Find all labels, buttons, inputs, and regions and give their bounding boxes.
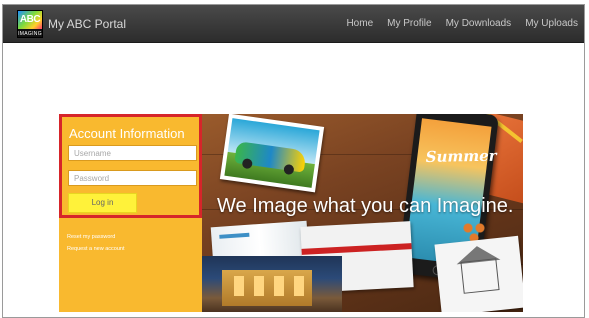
hero-banner: Summer We Image what you can Imagine. (202, 114, 523, 312)
nav-link-my-profile[interactable]: My Profile (387, 17, 431, 31)
architectural-sketch (434, 235, 523, 312)
logo-imaging-text: IMAGING (18, 31, 42, 37)
login-panel: Account Information Log in Reset my pass… (59, 114, 202, 312)
nav-link-home[interactable]: Home (346, 17, 373, 31)
request-account-link[interactable]: Request a new account (67, 245, 124, 253)
folder-stripe (301, 243, 412, 255)
browser-frame: ABC IMAGING My ABC Portal Home My Profil… (2, 4, 585, 318)
building-photo (202, 256, 342, 312)
brochure-stripe (219, 232, 250, 239)
building-window (254, 276, 264, 296)
sketch-house (460, 258, 500, 294)
car-wrap-photo (219, 114, 325, 193)
building-window (234, 276, 244, 296)
log-in-button[interactable]: Log in (68, 193, 137, 213)
account-information-title: Account Information (69, 126, 185, 141)
hero-headline: We Image what you can Imagine. (217, 195, 514, 217)
abc-imaging-logo[interactable]: ABC IMAGING (17, 10, 43, 38)
tablet-summer-text: Summer (425, 146, 497, 166)
nav-link-my-downloads[interactable]: My Downloads (446, 17, 512, 31)
building-window (294, 276, 304, 296)
building-window (274, 276, 284, 296)
nav-links: Home My Profile My Downloads My Uploads (332, 17, 578, 31)
password-input[interactable] (68, 170, 197, 186)
account-information-box: Account Information Log in (59, 114, 202, 218)
logo-abc-text: ABC (18, 11, 42, 29)
portal-title: My ABC Portal (48, 17, 127, 31)
username-input[interactable] (68, 145, 197, 161)
top-navbar: ABC IMAGING My ABC Portal Home My Profil… (3, 5, 584, 43)
reset-password-link[interactable]: Reset my password (67, 233, 115, 241)
nav-link-my-uploads[interactable]: My Uploads (525, 17, 578, 31)
